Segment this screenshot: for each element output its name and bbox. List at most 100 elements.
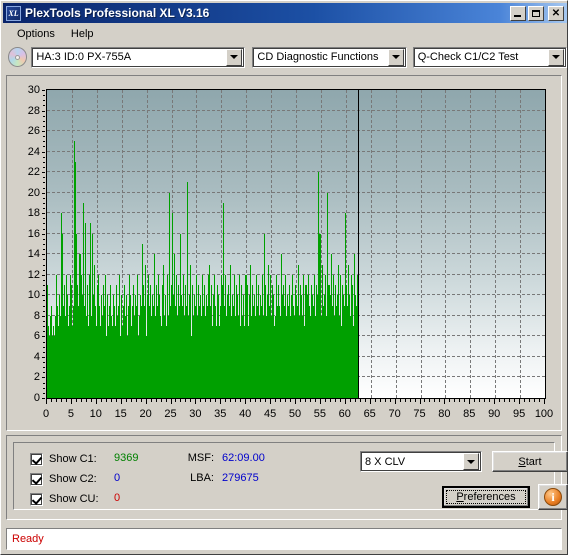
function-select[interactable]: CD Diagnostic Functions <box>252 46 407 68</box>
preferences-button-label: references <box>463 491 516 503</box>
y-axis-minor-tick <box>43 279 45 281</box>
x-axis-minor-tick <box>175 399 177 402</box>
y-axis-tick-label: 2 <box>33 371 40 384</box>
x-axis-minor-tick <box>130 399 132 402</box>
x-axis-minor-tick <box>240 399 242 402</box>
y-axis-minor-tick <box>43 387 45 389</box>
x-axis-minor-tick <box>255 399 257 402</box>
x-axis-minor-tick <box>125 399 127 402</box>
menu-item-options[interactable]: Options <box>9 26 63 42</box>
preferences-button[interactable]: Preferences <box>442 486 530 508</box>
checkbox-show-c1-box[interactable] <box>30 452 43 466</box>
minimize-button[interactable] <box>510 5 526 21</box>
x-axis-tick-label: 100 <box>534 408 554 420</box>
y-axis-tick-label: 8 <box>33 309 40 322</box>
y-axis-minor-tick <box>43 244 45 245</box>
x-axis-minor-tick <box>499 399 501 402</box>
x-axis-tick <box>344 399 346 404</box>
y-axis-minor-tick <box>43 341 45 343</box>
x-axis-minor-tick <box>354 399 356 402</box>
controls-inner-frame: Show C1: 9369 Show C2: 0 Show CU: 0 MSF:… <box>13 442 568 510</box>
chevron-down-icon[interactable] <box>548 48 564 66</box>
test-select-value: Q-Check C1/C2 Test <box>417 51 519 63</box>
checkbox-show-cu[interactable]: Show CU: <box>30 492 99 506</box>
speed-select-value: 8 X CLV <box>365 455 406 468</box>
close-button[interactable]: ✕ <box>548 5 564 21</box>
y-axis-minor-tick <box>43 305 45 307</box>
x-axis-minor-tick <box>160 399 162 402</box>
msf-label: MSF: <box>187 452 214 464</box>
y-axis-minor-tick <box>43 269 45 271</box>
y-axis-minor-tick <box>43 351 45 353</box>
x-axis-minor-tick <box>190 399 192 402</box>
checkbox-show-c2-box[interactable] <box>30 472 43 486</box>
x-axis-minor-tick <box>504 399 506 402</box>
x-axis-minor-tick <box>280 399 282 402</box>
x-axis-minor-tick <box>309 399 311 402</box>
checkbox-show-c2[interactable]: Show C2: <box>30 472 97 486</box>
x-axis-minor-tick <box>180 399 182 402</box>
x-axis-minor-tick <box>155 399 157 402</box>
title-bar: XL PlexTools Professional XL V3.16 ✕ <box>3 3 567 23</box>
y-axis-tick <box>42 172 45 174</box>
x-axis-minor-tick <box>334 399 336 402</box>
x-axis-minor-tick <box>359 399 361 402</box>
test-select[interactable]: Q-Check C1/C2 Test <box>412 46 567 68</box>
y-axis-tick-label: 26 <box>27 125 40 138</box>
y-axis-minor-tick <box>43 290 45 292</box>
x-axis-tick <box>444 399 446 404</box>
plot-area[interactable] <box>46 89 546 399</box>
value-c1: 9369 <box>114 452 139 464</box>
checkbox-show-cu-box[interactable] <box>30 492 43 506</box>
y-axis-minor-tick <box>43 187 45 189</box>
x-axis-minor-tick <box>484 399 486 402</box>
x-axis-minor-tick <box>165 399 167 402</box>
y-axis-tick-label: 28 <box>27 104 40 117</box>
x-axis-minor-tick <box>235 399 237 402</box>
y-axis-minor-tick <box>43 105 45 107</box>
checkbox-show-c1[interactable]: Show C1: <box>30 452 97 466</box>
y-axis-minor-tick <box>43 141 45 143</box>
menu-item-help[interactable]: Help <box>63 26 102 42</box>
x-axis-tick <box>145 399 147 404</box>
x-axis-minor-tick <box>539 399 541 402</box>
y-axis-tick <box>42 315 45 317</box>
y-axis-minor-tick <box>43 182 45 184</box>
y-axis-tick <box>42 213 45 215</box>
y-axis: 0 2 4 6 8 10 12 14 16 18 20 22 24 26 28 30 <box>7 85 46 404</box>
bar-series-c1 <box>47 90 545 398</box>
x-axis-minor-tick <box>230 399 232 402</box>
y-axis-tick <box>42 398 45 399</box>
x-axis-minor-tick <box>85 399 87 402</box>
y-axis-tick-label: 24 <box>27 145 40 158</box>
x-axis: 0 5 10 15 20 25 30 35 40 45 50 55 60 65 70 75 80 85 90 95 10… <box>43 399 553 427</box>
x-axis-minor-tick <box>514 399 516 402</box>
x-axis-minor-tick <box>200 399 202 402</box>
info-button[interactable]: i <box>538 484 568 510</box>
window-controls: ✕ <box>508 5 564 21</box>
chevron-down-icon[interactable] <box>463 453 479 470</box>
x-axis-minor-tick <box>225 399 227 402</box>
chevron-down-icon[interactable] <box>387 48 404 66</box>
y-axis-tick-label: 16 <box>27 227 40 240</box>
toolbar: HA:3 ID:0 PX-755A CD Diagnostic Function… <box>3 43 567 71</box>
start-button[interactable]: Start <box>492 451 568 472</box>
x-axis-tick <box>220 399 222 404</box>
x-axis-minor-tick <box>210 399 212 402</box>
x-axis-minor-tick <box>110 399 112 402</box>
x-axis-tick <box>46 399 47 404</box>
drive-select[interactable]: HA:3 ID:0 PX-755A <box>31 46 246 68</box>
speed-select[interactable]: 8 X CLV <box>360 451 482 472</box>
y-axis-minor-tick <box>43 259 45 261</box>
y-axis-tick <box>42 192 45 194</box>
x-axis-minor-tick <box>479 399 481 402</box>
x-axis-minor-tick <box>150 399 152 402</box>
x-axis-tick <box>170 399 172 404</box>
x-axis-minor-tick <box>290 399 292 402</box>
maximize-button[interactable] <box>528 5 544 21</box>
x-axis-tick <box>70 399 72 404</box>
x-axis-minor-tick <box>434 399 436 402</box>
x-axis-minor-tick <box>275 399 277 402</box>
chevron-down-icon[interactable] <box>226 48 243 66</box>
x-axis-minor-tick <box>424 399 426 402</box>
